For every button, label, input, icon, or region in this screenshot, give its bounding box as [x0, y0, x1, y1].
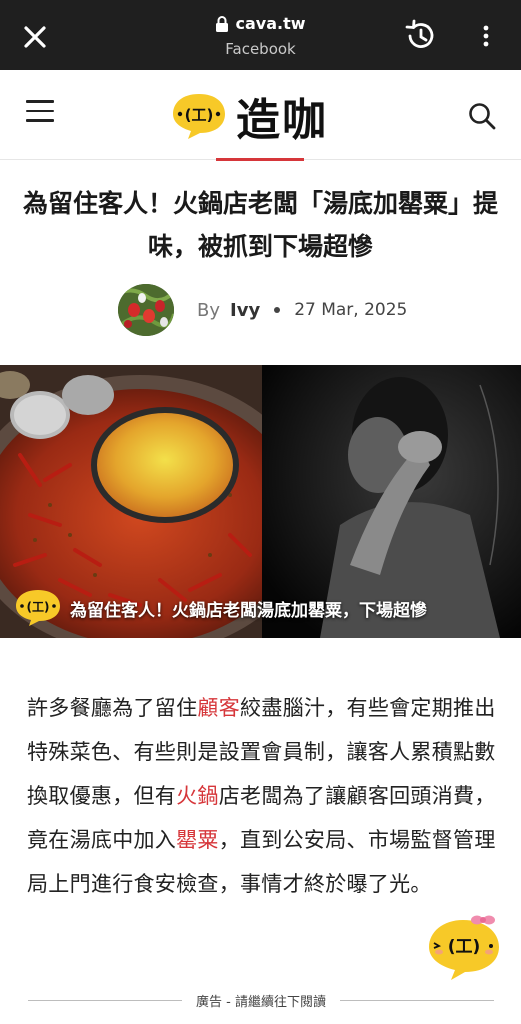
hero-caption-text: 為留住客人！火鍋店老闆湯底加罌粟，下場超慘 — [70, 600, 427, 621]
site-logo[interactable]: (工) 造咖 — [170, 84, 328, 148]
browser-toolbar: cava.tw Facebook — [0, 0, 521, 70]
svg-text:(工): (工) — [448, 937, 481, 957]
more-vert-icon[interactable] — [474, 20, 498, 52]
browser-subtitle: Facebook — [225, 39, 296, 58]
article-body: 許多餐廳為了留住顧客絞盡腦汁，有些會定期推出特殊菜色、有些則是設置會員制，讓客人… — [27, 686, 497, 906]
search-icon[interactable] — [466, 100, 498, 132]
post-date: 27 Mar, 2025 — [294, 300, 408, 320]
site-header: (工) 造咖 — [0, 70, 521, 160]
hero-image[interactable]: (工) 為留住客人！火鍋店老闆湯底加罌粟，下場超慘 — [0, 365, 521, 638]
separator-dot — [274, 307, 281, 313]
header-accent-line — [216, 158, 304, 161]
avatar[interactable] — [118, 284, 174, 336]
mascot-icon: (工) — [16, 590, 60, 626]
author-name[interactable]: Ivy — [230, 300, 260, 321]
lock-icon — [216, 15, 229, 32]
browser-domain: cava.tw — [235, 14, 306, 33]
tag-link-hotpot[interactable]: 火鍋 — [176, 784, 219, 808]
author-row: By Ivy 27 Mar, 2025 — [118, 283, 407, 337]
history-icon[interactable] — [402, 18, 438, 54]
floating-mascot-icon[interactable]: (工) — [425, 912, 505, 984]
browser-address[interactable]: cava.tw Facebook — [0, 14, 521, 58]
tag-link-customer[interactable]: 顧客 — [197, 696, 240, 720]
body-text: 許多餐廳為了留住 — [27, 696, 198, 720]
ad-divider: 廣告 - 請繼續往下閱讀 — [28, 988, 494, 1012]
article-title: 為留住客人！火鍋店老闆「湯底加罌粟」提味，被抓到下場超慘 — [22, 189, 498, 261]
menu-icon[interactable] — [26, 100, 54, 128]
ad-label: 廣告 - 請繼續往下閱讀 — [196, 994, 326, 1010]
logo-text: 造咖 — [236, 95, 328, 146]
mascot-logo-icon: (工) — [173, 94, 225, 139]
hero-caption: (工) 為留住客人！火鍋店老闆湯底加罌粟，下場超慘 — [14, 588, 427, 628]
tag-link-poppy[interactable]: 罌粟 — [176, 828, 219, 852]
svg-text:(工): (工) — [27, 600, 50, 614]
by-label: By — [197, 299, 221, 321]
svg-text:(工): (工) — [185, 106, 214, 124]
